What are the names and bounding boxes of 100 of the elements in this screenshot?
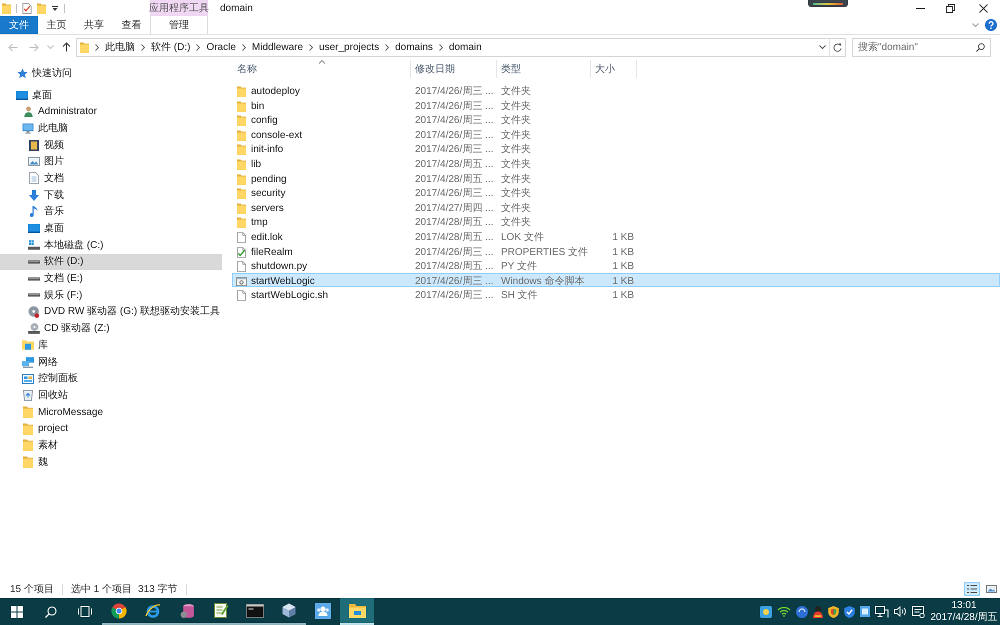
file-name: security — [251, 187, 286, 202]
ribbon-tab[interactable]: 查看 — [112, 16, 150, 34]
file-type: 文件夹 — [501, 86, 531, 97]
file-row[interactable]: lib 2017/4/28/周五 ... 文件夹 — [232, 156, 1000, 171]
file-row[interactable]: console-ext 2017/4/26/周三 ... 文件夹 — [232, 126, 1000, 142]
sidebar-item[interactable]: 软件 (D:) — [0, 254, 222, 270]
breadcrumb[interactable]: Oracle — [206, 40, 236, 54]
file-name: init-info — [251, 143, 284, 158]
search-field[interactable]: 搜索"domain" — [852, 38, 991, 56]
help-icon[interactable] — [985, 19, 997, 31]
file-name: startWebLogic — [251, 274, 315, 289]
sort-caret-icon — [318, 60, 325, 64]
arrow-up-icon — [62, 42, 70, 52]
sidebar-item[interactable]: 库 — [0, 337, 222, 354]
sidebar-item[interactable]: 娱乐 (F:) — [0, 286, 222, 304]
breadcrumb[interactable]: 此电脑 — [105, 40, 135, 54]
modified-date: 2017/4/26/周三 ... — [415, 86, 494, 97]
column-header[interactable]: 修改日期 — [411, 60, 497, 78]
address-bar[interactable]: 此电脑 软件 (D:) Oracle Middleware user_projects domains domain — [76, 38, 846, 56]
file-row[interactable]: bin 2017/4/26/周三 ... 文件夹 — [232, 98, 1000, 112]
column-header[interactable]: 大小 — [591, 60, 637, 78]
sidebar-item[interactable]: 文档 — [0, 170, 222, 187]
file-row[interactable]: init-info 2017/4/26/周三 ... 文件夹 — [232, 141, 1000, 156]
sidebar-item[interactable]: Administrator — [0, 103, 222, 120]
sidebar-item[interactable]: 桌面 — [0, 86, 222, 104]
notification-icon[interactable] — [912, 606, 925, 618]
sidebar-item[interactable]: 控制面板 — [0, 370, 222, 388]
sidebar-item[interactable]: 本地磁盘 (C:) — [0, 236, 222, 254]
gear-window-icon — [236, 276, 247, 286]
browser-icon — [145, 604, 161, 618]
sidebar-item[interactable]: 视频 — [0, 136, 222, 154]
volume-icon[interactable] — [894, 606, 907, 617]
sidebar-item[interactable]: 下载 — [0, 186, 222, 204]
breadcrumb[interactable]: 软件 (D:) — [151, 40, 190, 54]
sidebar-item[interactable]: 魏 — [0, 454, 222, 470]
item-count: 15 个项目 — [10, 582, 54, 596]
orb-icon[interactable] — [796, 606, 808, 618]
ribbon-tab[interactable]: 主页 — [38, 16, 75, 34]
file-row[interactable]: autodeploy 2017/4/26/周三 ... 文件夹 — [232, 83, 1000, 98]
file-row[interactable]: shutdown.py 2017/4/28/周五 ... PY 文件 1 KB — [232, 258, 1000, 273]
breadcrumb[interactable]: Middleware — [252, 40, 304, 54]
file-row[interactable]: edit.lok 2017/4/28/周五 ... LOK 文件 1 KB — [232, 228, 1000, 244]
sidebar-item[interactable]: 素材 — [0, 437, 222, 454]
file-row[interactable]: tmp 2017/4/28/周五 ... 文件夹 — [232, 214, 1000, 229]
breadcrumb[interactable]: domains — [395, 40, 433, 54]
modified-date: 2017/4/26/周三 ... — [415, 115, 494, 126]
file-name: console-ext — [251, 128, 302, 143]
file-row[interactable]: startWebLogic.sh 2017/4/26/周三 ... SH 文件 1 KB — [232, 287, 1000, 302]
chevron-down-icon — [972, 23, 978, 27]
file-row[interactable]: pending 2017/4/28/周五 ... 文件夹 — [232, 170, 1000, 186]
sidebar-item[interactable]: project — [0, 420, 222, 438]
arrow-left-icon — [8, 42, 18, 52]
file-row[interactable]: fileRealm 2017/4/26/周三 ... PROPERTIES 文件 1 KB — [232, 244, 1000, 258]
sidebar-item[interactable]: 网络 — [0, 354, 222, 370]
file-row[interactable]: servers 2017/4/27/周四 ... 文件夹 — [232, 200, 1000, 214]
file-size: 1 KB — [612, 246, 634, 260]
drive-icon — [28, 260, 40, 264]
sidebar-item[interactable]: MicroMessage — [0, 404, 222, 420]
checked-document-icon[interactable] — [22, 2, 32, 14]
clock-date: 2017/4/28/周五 — [930, 612, 998, 624]
modified-date: 2017/4/26/周三 ... — [415, 276, 494, 287]
sidebar-item[interactable]: 此电脑 — [0, 120, 222, 137]
sidebar-item[interactable]: CD 驱动器 (Z:) — [0, 320, 222, 337]
app-icon[interactable] — [760, 606, 772, 618]
sidebar-item[interactable]: DVD RW 驱动器 (G:) 联想驱动安装工具 — [0, 304, 222, 320]
modified-date: 2017/4/27/周四 ... — [415, 202, 494, 214]
wifi-icon[interactable] — [777, 606, 791, 616]
tile-icon[interactable] — [860, 606, 870, 617]
file-name: autodeploy — [251, 85, 300, 99]
file-row[interactable]: security 2017/4/26/周三 ... 文件夹 — [232, 185, 1000, 200]
document-icon — [237, 290, 246, 302]
figure-icon[interactable] — [813, 606, 823, 618]
customize-toolbar-button[interactable] — [51, 3, 59, 13]
shield-icon[interactable] — [828, 606, 839, 618]
sidebar-item[interactable]: 快速访问 — [0, 65, 222, 82]
ribbon-tab[interactable]: 共享 — [75, 16, 112, 34]
shield-icon[interactable] — [844, 606, 855, 618]
browser-icon — [111, 602, 127, 618]
library-icon — [22, 340, 34, 350]
folder-icon — [237, 115, 246, 126]
file-row[interactable]: config 2017/4/26/周三 ... 文件夹 — [232, 112, 1000, 127]
file-row[interactable]: startWebLogic 2017/4/26/周三 ... Windows 命令脚本 1 KB — [232, 272, 1000, 288]
column-header[interactable]: 名称 — [233, 60, 411, 78]
details-view-button[interactable] — [964, 582, 980, 596]
sidebar-item[interactable]: 图片 — [0, 153, 222, 170]
chevron-right-icon — [438, 44, 443, 50]
sidebar-item[interactable]: 桌面 — [0, 220, 222, 237]
sidebar-item[interactable]: 文档 (E:) — [0, 270, 222, 287]
sidebar-item[interactable]: 音乐 — [0, 204, 222, 220]
ribbon-tab[interactable]: 管理 — [151, 16, 207, 34]
file-type: 文件夹 — [501, 144, 531, 156]
sidebar-item[interactable]: 回收站 — [0, 387, 222, 404]
network-icon[interactable] — [875, 606, 889, 618]
picture-icon — [28, 157, 40, 166]
breadcrumb[interactable]: domain — [448, 40, 482, 54]
file-name: config — [251, 114, 278, 128]
large-icons-view-button[interactable] — [983, 582, 999, 596]
file-type: 文件夹 — [501, 158, 531, 170]
breadcrumb[interactable]: user_projects — [319, 40, 380, 54]
column-header[interactable]: 类型 — [497, 60, 591, 78]
